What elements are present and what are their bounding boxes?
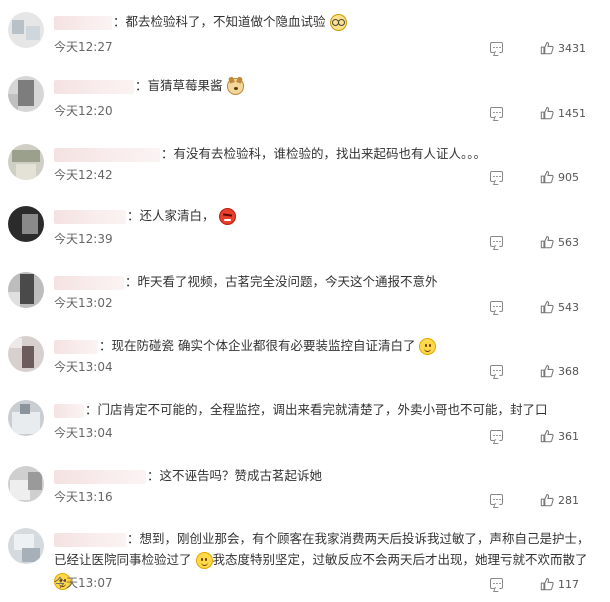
comment-text: 都去检验科了，不知道做个隐血试验 xyxy=(125,14,326,29)
avatar[interactable] xyxy=(8,206,44,242)
comment-text-line: ：盲猜草莓果酱 xyxy=(54,76,602,96)
timestamp: 今天13:16 xyxy=(54,490,113,504)
comment-icon[interactable] xyxy=(490,365,503,376)
comment-text: 盲猜草莓果酱 xyxy=(147,78,223,93)
comment-icon[interactable] xyxy=(490,236,503,247)
comment-actions: 368 xyxy=(490,364,600,380)
comment-text: 现在防碰瓷 确实个体企业都很有必要装监控自证清白了 xyxy=(111,338,416,353)
comment-text-line: ：还人家清白， xyxy=(54,206,602,226)
like-count: 361 xyxy=(558,430,579,443)
comment-text: 有没有去检验科，谁检验的，找出来起码也有人证人。。。 xyxy=(173,146,487,161)
comment-actions: 3431 xyxy=(490,41,600,57)
comment-text-line: ：现在防碰瓷 确实个体企业都很有必要装监控自证清白了 xyxy=(54,336,602,356)
comment-list: ：都去检验科了，不知道做个隐血试验 今天12:27 3431 ：盲猜草莓果酱 今… xyxy=(0,0,610,602)
smile-emoji-icon xyxy=(195,552,213,569)
like-count: 3431 xyxy=(558,42,586,55)
username[interactable] xyxy=(54,275,124,290)
comment-icon[interactable] xyxy=(490,107,503,118)
comment-icon[interactable] xyxy=(490,171,503,182)
timestamp: 今天13:04 xyxy=(54,426,113,440)
thumbs-up-icon[interactable] xyxy=(540,170,554,184)
thumbs-up-icon[interactable] xyxy=(540,235,554,249)
like-count: 281 xyxy=(558,494,579,507)
thumbs-up-icon[interactable] xyxy=(540,41,554,55)
comment-text: 门店肯定不可能的，全程监控，调出来看完就清楚了，外卖小哥也不可能，封了口 xyxy=(97,402,548,417)
like-count: 368 xyxy=(558,365,579,378)
username[interactable] xyxy=(54,403,84,418)
avatar[interactable] xyxy=(8,144,44,180)
comment-actions: 905 xyxy=(490,170,600,186)
comment-icon[interactable] xyxy=(490,42,503,53)
thumbs-up-icon[interactable] xyxy=(540,493,554,507)
like-count: 563 xyxy=(558,236,579,249)
angry-emoji-icon xyxy=(218,208,236,225)
username[interactable] xyxy=(54,79,134,94)
thumbs-up-icon[interactable] xyxy=(540,577,554,591)
username[interactable] xyxy=(54,147,160,162)
glasses-emoji-icon xyxy=(329,14,347,31)
username[interactable] xyxy=(54,532,126,547)
avatar[interactable] xyxy=(8,528,44,564)
timestamp: 今天12:39 xyxy=(54,232,113,246)
like-count: 543 xyxy=(558,301,579,314)
avatar[interactable] xyxy=(8,272,44,308)
comment-icon[interactable] xyxy=(490,301,503,312)
comment-actions: 563 xyxy=(490,235,600,251)
comment-text-line: ：都去检验科了，不知道做个隐血试验 xyxy=(54,12,602,32)
comment-text: 昨天看了视频，古茗完全没问题，今天这个通报不意外 xyxy=(137,274,438,289)
username[interactable] xyxy=(54,469,146,484)
comment-text: 这不诬告吗？赞成古茗起诉她 xyxy=(159,468,323,483)
dog-emoji-icon xyxy=(226,78,244,95)
like-count: 1451 xyxy=(558,107,586,120)
timestamp: 今天12:27 xyxy=(54,40,113,54)
avatar[interactable] xyxy=(8,400,44,436)
avatar[interactable] xyxy=(8,336,44,372)
comment-actions: 1451 xyxy=(490,106,600,122)
comment-text-line: ：这不诬告吗？赞成古茗起诉她 xyxy=(54,466,602,486)
comment-icon[interactable] xyxy=(490,578,503,589)
timestamp: 今天13:04 xyxy=(54,360,113,374)
thumbs-up-icon[interactable] xyxy=(540,429,554,443)
comment-icon[interactable] xyxy=(490,494,503,505)
username[interactable] xyxy=(54,339,98,354)
comment-actions: 281 xyxy=(490,493,600,509)
comment-text-line: ：门店肯定不可能的，全程监控，调出来看完就清楚了，外卖小哥也不可能，封了口 xyxy=(54,400,602,420)
username[interactable] xyxy=(54,15,112,30)
smile-emoji-icon xyxy=(419,338,437,355)
timestamp: 今天13:02 xyxy=(54,296,113,310)
timestamp: 今天13:07 xyxy=(54,576,113,590)
avatar[interactable] xyxy=(8,76,44,112)
comment-text-continued: 我态度特别坚定，过敏反应不会两天后才出现，她理亏就不欢而散了 xyxy=(212,552,588,567)
thumbs-up-icon[interactable] xyxy=(540,364,554,378)
thumbs-up-icon[interactable] xyxy=(540,106,554,120)
comment-actions: 543 xyxy=(490,300,600,316)
comment-text: 还人家清白， xyxy=(139,208,215,223)
comment-text-line: ：有没有去检验科，谁检验的，找出来起码也有人证人。。。 xyxy=(54,144,602,164)
timestamp: 今天12:42 xyxy=(54,168,113,182)
comment-actions: 117 xyxy=(490,577,600,593)
comment-text-line: ：昨天看了视频，古茗完全没问题，今天这个通报不意外 xyxy=(54,272,602,292)
comment-actions: 361 xyxy=(490,429,600,445)
thumbs-up-icon[interactable] xyxy=(540,300,554,314)
timestamp: 今天12:20 xyxy=(54,104,113,118)
avatar[interactable] xyxy=(8,466,44,502)
like-count: 117 xyxy=(558,578,579,591)
username[interactable] xyxy=(54,209,126,224)
like-count: 905 xyxy=(558,171,579,184)
comment-icon[interactable] xyxy=(490,430,503,441)
avatar[interactable] xyxy=(8,12,44,48)
